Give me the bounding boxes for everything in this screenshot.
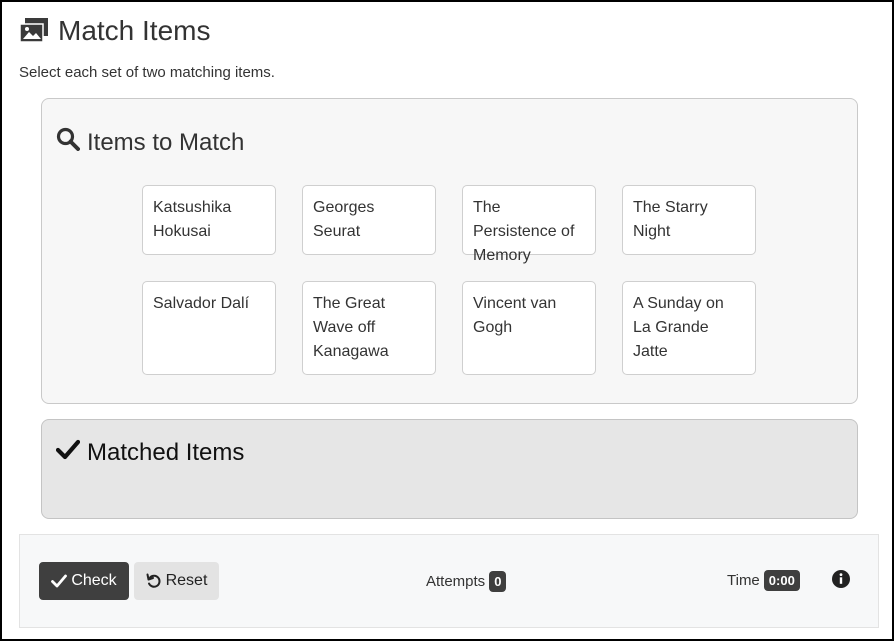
footer-toolbar: Check Reset Attempts 0 Time 0:00 <box>19 534 879 628</box>
time-counter: Time 0:00 <box>727 570 800 591</box>
match-card[interactable]: Salvador Dalí <box>142 281 276 375</box>
match-card-label: Katsushika Hokusai <box>153 199 232 240</box>
matched-items-panel: Matched Items <box>41 419 858 519</box>
check-icon <box>51 574 68 588</box>
match-card-label: Salvador Dalí <box>153 295 250 312</box>
attempts-counter: Attempts 0 <box>426 571 507 592</box>
matched-items-heading: Matched Items <box>55 438 245 467</box>
activity-frame: Match Items Select each set of two match… <box>0 0 894 641</box>
instructions-text: Select each set of two matching items. <box>19 64 275 81</box>
matched-items-title: Matched Items <box>87 438 245 466</box>
check-button[interactable]: Check <box>39 562 129 600</box>
items-to-match-title: Items to Match <box>87 128 245 156</box>
reset-button-label: Reset <box>165 572 208 589</box>
undo-icon <box>146 573 161 588</box>
check-icon <box>55 438 87 467</box>
time-label: Time <box>727 572 760 589</box>
title-row: Match Items <box>18 15 210 47</box>
info-icon[interactable] <box>831 569 851 589</box>
match-card-label: The Starry Night <box>633 199 708 240</box>
match-card[interactable]: Vincent van Gogh <box>462 281 596 375</box>
match-card-label: The Persistence of Memory <box>473 199 575 264</box>
page-title: Match Items <box>58 15 211 46</box>
match-card[interactable]: Katsushika Hokusai <box>142 185 276 255</box>
check-button-label: Check <box>71 572 117 589</box>
match-card-label: Vincent van Gogh <box>473 295 557 336</box>
items-to-match-heading: Items to Match <box>56 127 244 158</box>
match-card-label: The Great Wave off Kanagawa <box>313 295 389 360</box>
match-card[interactable]: The Starry Night <box>622 185 756 255</box>
items-to-match-panel: Items to Match Katsushika Hokusai George… <box>41 98 858 404</box>
images-icon <box>18 16 50 46</box>
search-icon <box>56 127 87 158</box>
match-card[interactable]: The Persistence of Memory <box>462 185 596 264</box>
time-badge: 0:00 <box>763 570 800 591</box>
attempts-badge: 0 <box>489 571 507 592</box>
attempts-label: Attempts <box>426 573 486 590</box>
match-card-label: A Sunday on La Grande Jatte <box>633 295 724 360</box>
match-card[interactable]: The Great Wave off Kanagawa <box>302 281 436 375</box>
match-card-label: Georges Seurat <box>313 199 375 240</box>
reset-button[interactable]: Reset <box>134 562 219 600</box>
match-card[interactable]: A Sunday on La Grande Jatte <box>622 281 756 375</box>
match-card[interactable]: Georges Seurat <box>302 185 436 255</box>
